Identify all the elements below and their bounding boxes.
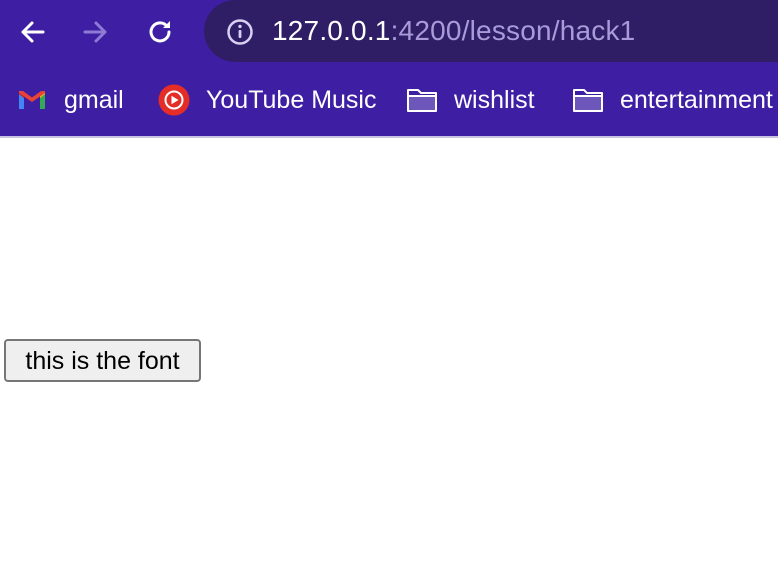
bookmarks-bar: gmail YouTube Music wishlist entertainme…: [0, 80, 778, 120]
bookmark-youtube-music[interactable]: YouTube Music: [158, 80, 376, 120]
bookmark-gmail[interactable]: gmail: [16, 80, 124, 120]
browser-toolbar: 127.0.0.1:4200/lesson/hack1: [0, 0, 778, 64]
url-text: 127.0.0.1:4200/lesson/hack1: [272, 13, 635, 49]
url-path: :4200/lesson/hack1: [390, 15, 636, 46]
arrow-right-icon: [83, 21, 107, 43]
reload-button[interactable]: [140, 12, 180, 52]
youtube-music-icon: [158, 84, 190, 116]
font-demo-button[interactable]: this is the font: [4, 339, 201, 382]
url-host: 127.0.0.1: [272, 15, 391, 46]
arrow-left-icon: [21, 21, 45, 43]
folder-icon: [406, 84, 438, 116]
back-button[interactable]: [12, 12, 52, 52]
bookmark-entertainment[interactable]: entertainment: [572, 80, 773, 120]
forward-button[interactable]: [76, 12, 116, 52]
gmail-icon: [16, 84, 48, 116]
bookmark-label: gmail: [64, 86, 124, 114]
info-icon[interactable]: [226, 18, 254, 46]
page-content: this is the font: [0, 138, 778, 574]
bookmark-label: YouTube Music: [206, 86, 377, 114]
bookmark-label: wishlist: [454, 86, 535, 114]
bookmark-label: entertainment: [620, 86, 773, 114]
browser-chrome: 127.0.0.1:4200/lesson/hack1 gmail YouTub…: [0, 0, 778, 136]
folder-icon: [572, 84, 604, 116]
bookmark-wishlist[interactable]: wishlist: [406, 80, 535, 120]
address-bar[interactable]: 127.0.0.1:4200/lesson/hack1: [204, 0, 778, 62]
reload-icon: [149, 21, 171, 43]
